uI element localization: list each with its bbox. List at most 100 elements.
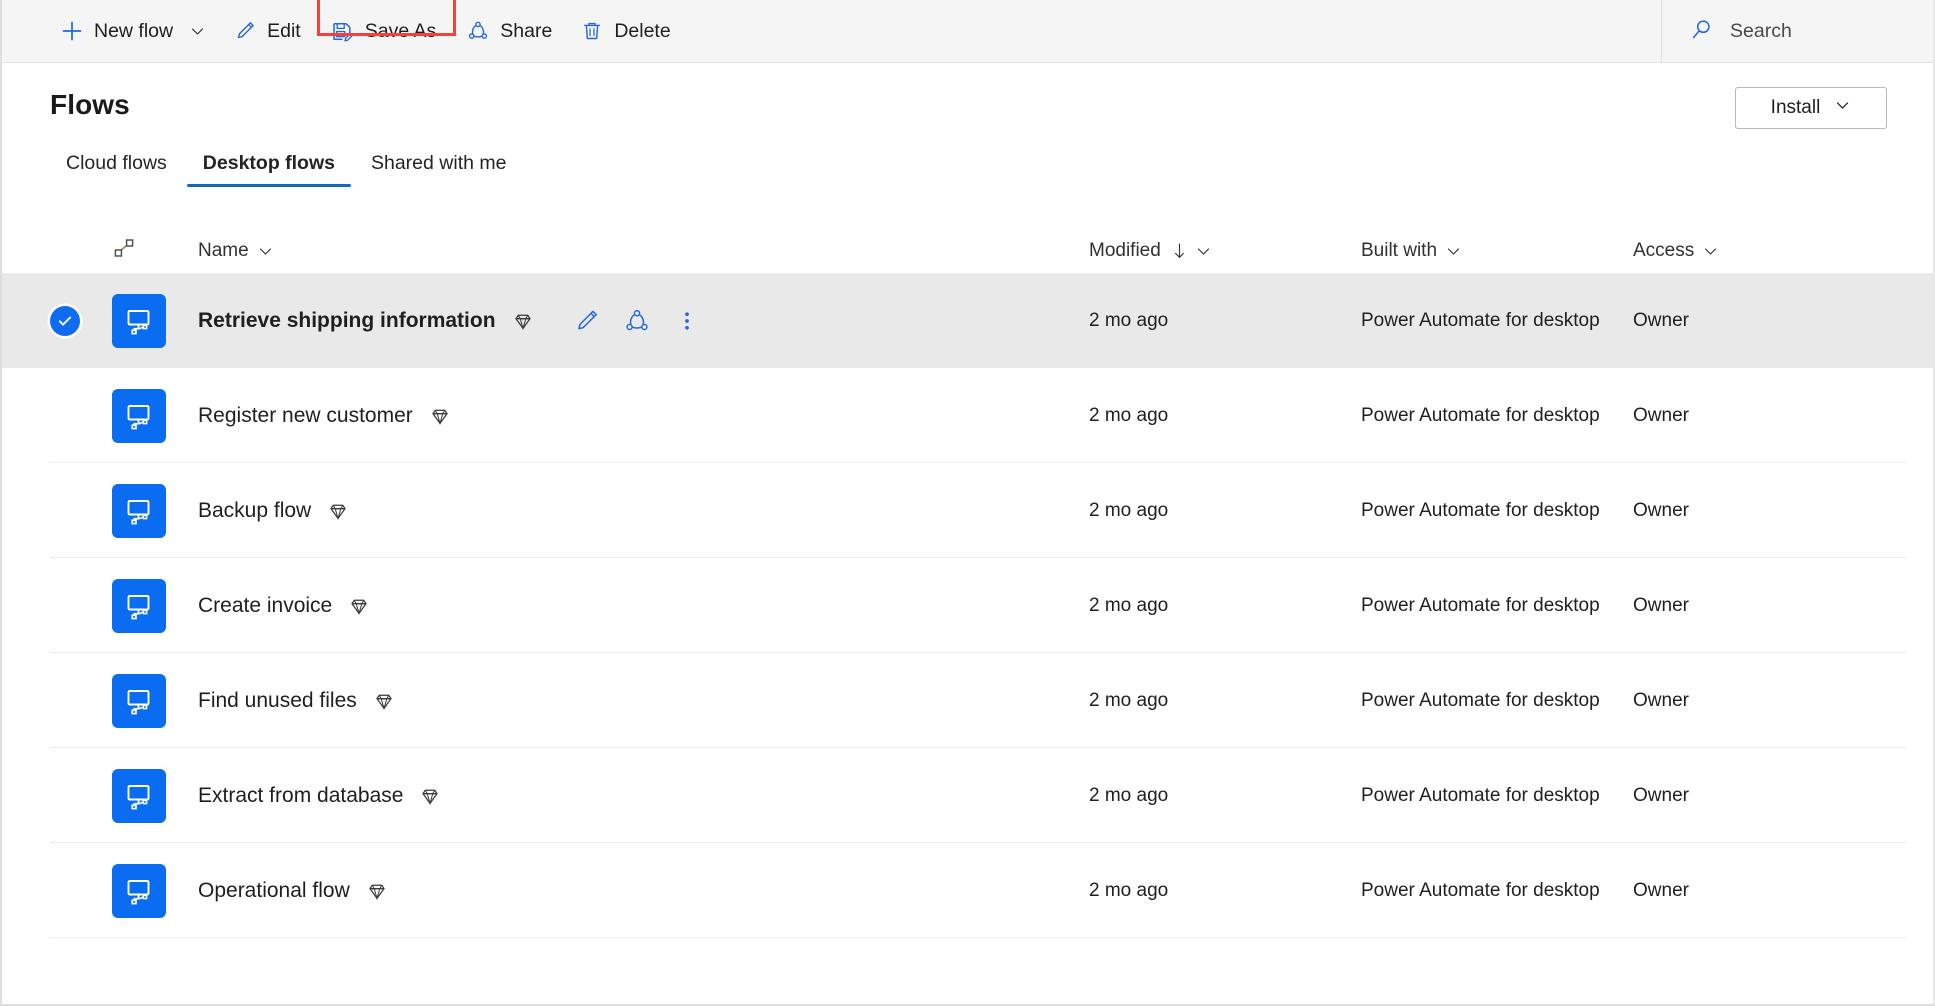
page-header: Flows Install xyxy=(2,63,1933,129)
table-body: Retrieve shipping information 2 mo ago P… xyxy=(2,273,1933,938)
delete-button[interactable]: Delete xyxy=(566,0,684,63)
premium-diamond-icon xyxy=(429,405,451,427)
delete-label: Delete xyxy=(614,19,671,42)
modified-value: 2 mo ago xyxy=(1089,784,1169,806)
access-value: Owner xyxy=(1633,689,1689,711)
trash-icon xyxy=(580,20,603,43)
premium-diamond-icon xyxy=(348,595,370,617)
chevron-down-icon xyxy=(1446,244,1461,259)
sort-descending-icon xyxy=(1172,242,1187,260)
built-with-column-header[interactable]: Built with xyxy=(1361,240,1633,262)
modified-value: 2 mo ago xyxy=(1089,404,1169,426)
row-action-buttons xyxy=(562,296,712,346)
access-value: Owner xyxy=(1633,499,1689,521)
built-with-value: Power Automate for desktop xyxy=(1361,309,1600,331)
tab-list: Cloud flows Desktop flows Shared with me xyxy=(2,143,1933,187)
row-name-cell[interactable]: Register new customer xyxy=(198,404,1089,428)
tab-cloud-flows[interactable]: Cloud flows xyxy=(48,152,185,187)
save-as-icon xyxy=(331,20,354,43)
save-as-highlight-wrapper: Save As xyxy=(316,0,456,63)
plus-icon xyxy=(60,20,83,43)
premium-diamond-icon xyxy=(373,690,395,712)
row-icon-cell xyxy=(112,768,198,823)
premium-diamond-icon xyxy=(419,785,441,807)
install-button[interactable]: Install xyxy=(1735,87,1887,129)
desktop-flow-icon xyxy=(112,863,166,918)
row-name-cell[interactable]: Create invoice xyxy=(198,594,1089,618)
built-with-value: Power Automate for desktop xyxy=(1361,404,1600,426)
built-with-column-label: Built with xyxy=(1361,240,1438,261)
edit-label: Edit xyxy=(267,19,301,42)
row-select-cell[interactable] xyxy=(50,305,112,336)
flows-table: Name Modified Built with Access Retrieve… xyxy=(2,229,1933,938)
flow-type-icon xyxy=(112,236,136,266)
table-row-6[interactable]: Operational flow 2 mo ago Power Automate… xyxy=(2,843,1933,938)
tab-desktop-flows[interactable]: Desktop flows xyxy=(185,152,353,187)
modified-value: 2 mo ago xyxy=(1089,594,1169,616)
row-name-cell[interactable]: Extract from database xyxy=(198,784,1089,808)
flow-name: Find unused files xyxy=(198,688,357,712)
edit-button[interactable]: Edit xyxy=(219,0,315,63)
table-row-5[interactable]: Extract from database 2 mo ago Power Aut… xyxy=(2,748,1933,843)
table-row-0[interactable]: Retrieve shipping information 2 mo ago P… xyxy=(2,273,1933,368)
access-column-header[interactable]: Access xyxy=(1633,240,1933,262)
page-title: Flows xyxy=(50,89,130,120)
row-edit-button[interactable] xyxy=(562,296,612,346)
row-built-with-cell: Power Automate for desktop xyxy=(1361,690,1633,712)
row-name-cell[interactable]: Retrieve shipping information xyxy=(198,296,1089,346)
table-row-1[interactable]: Register new customer 2 mo ago Power Aut… xyxy=(2,368,1933,463)
modified-column-header[interactable]: Modified xyxy=(1089,240,1361,262)
row-modified-cell: 2 mo ago xyxy=(1089,785,1361,807)
search-icon xyxy=(1689,17,1714,47)
row-name-cell[interactable]: Find unused files xyxy=(198,689,1089,713)
modified-value: 2 mo ago xyxy=(1089,309,1169,331)
built-with-value: Power Automate for desktop xyxy=(1361,689,1600,711)
chevron-down-icon xyxy=(1834,97,1851,120)
built-with-value: Power Automate for desktop xyxy=(1361,879,1600,901)
row-icon-cell xyxy=(112,863,198,918)
row-access-cell: Owner xyxy=(1633,595,1933,617)
new-flow-label: New flow xyxy=(94,19,174,42)
flow-name: Extract from database xyxy=(198,783,404,807)
access-value: Owner xyxy=(1633,404,1689,426)
save-as-button[interactable]: Save As xyxy=(317,0,451,63)
row-modified-cell: 2 mo ago xyxy=(1089,500,1361,522)
access-column-label: Access xyxy=(1633,240,1695,261)
name-column-header[interactable]: Name xyxy=(198,240,1089,262)
row-share-button[interactable] xyxy=(612,296,662,346)
share-label: Share xyxy=(500,19,553,42)
table-row-3[interactable]: Create invoice 2 mo ago Power Automate f… xyxy=(2,558,1933,653)
premium-diamond-icon xyxy=(366,880,388,902)
premium-diamond-icon xyxy=(327,500,349,522)
flow-type-column-header[interactable] xyxy=(112,236,198,266)
flow-name: Register new customer xyxy=(198,403,413,427)
row-access-cell: Owner xyxy=(1633,405,1933,427)
modified-column-label: Modified xyxy=(1089,240,1161,261)
search-box[interactable]: Search xyxy=(1661,0,1933,63)
flow-name: Backup flow xyxy=(198,498,312,522)
save-as-label: Save As xyxy=(364,19,437,42)
row-name-cell[interactable]: Operational flow xyxy=(198,879,1089,903)
row-more-options-button[interactable] xyxy=(662,296,712,346)
built-with-value: Power Automate for desktop xyxy=(1361,499,1600,521)
desktop-flow-icon xyxy=(112,293,166,348)
row-built-with-cell: Power Automate for desktop xyxy=(1361,405,1633,427)
row-access-cell: Owner xyxy=(1633,785,1933,807)
new-flow-button[interactable]: New flow xyxy=(46,0,219,63)
row-modified-cell: 2 mo ago xyxy=(1089,595,1361,617)
tab-shared-with-me[interactable]: Shared with me xyxy=(353,152,524,187)
row-icon-cell xyxy=(112,293,198,348)
table-row-2[interactable]: Backup flow 2 mo ago Power Automate for … xyxy=(2,463,1933,558)
search-placeholder: Search xyxy=(1730,20,1792,42)
table-row-4[interactable]: Find unused files 2 mo ago Power Automat… xyxy=(2,653,1933,748)
pencil-icon xyxy=(233,20,256,43)
row-built-with-cell: Power Automate for desktop xyxy=(1361,310,1633,332)
share-button[interactable]: Share xyxy=(452,0,566,63)
access-value: Owner xyxy=(1633,594,1689,616)
name-column-label: Name xyxy=(198,240,249,261)
row-access-cell: Owner xyxy=(1633,880,1933,902)
chevron-down-icon xyxy=(258,244,273,259)
row-built-with-cell: Power Automate for desktop xyxy=(1361,880,1633,902)
row-name-cell[interactable]: Backup flow xyxy=(198,499,1089,523)
row-checkbox-checked[interactable] xyxy=(50,305,80,336)
